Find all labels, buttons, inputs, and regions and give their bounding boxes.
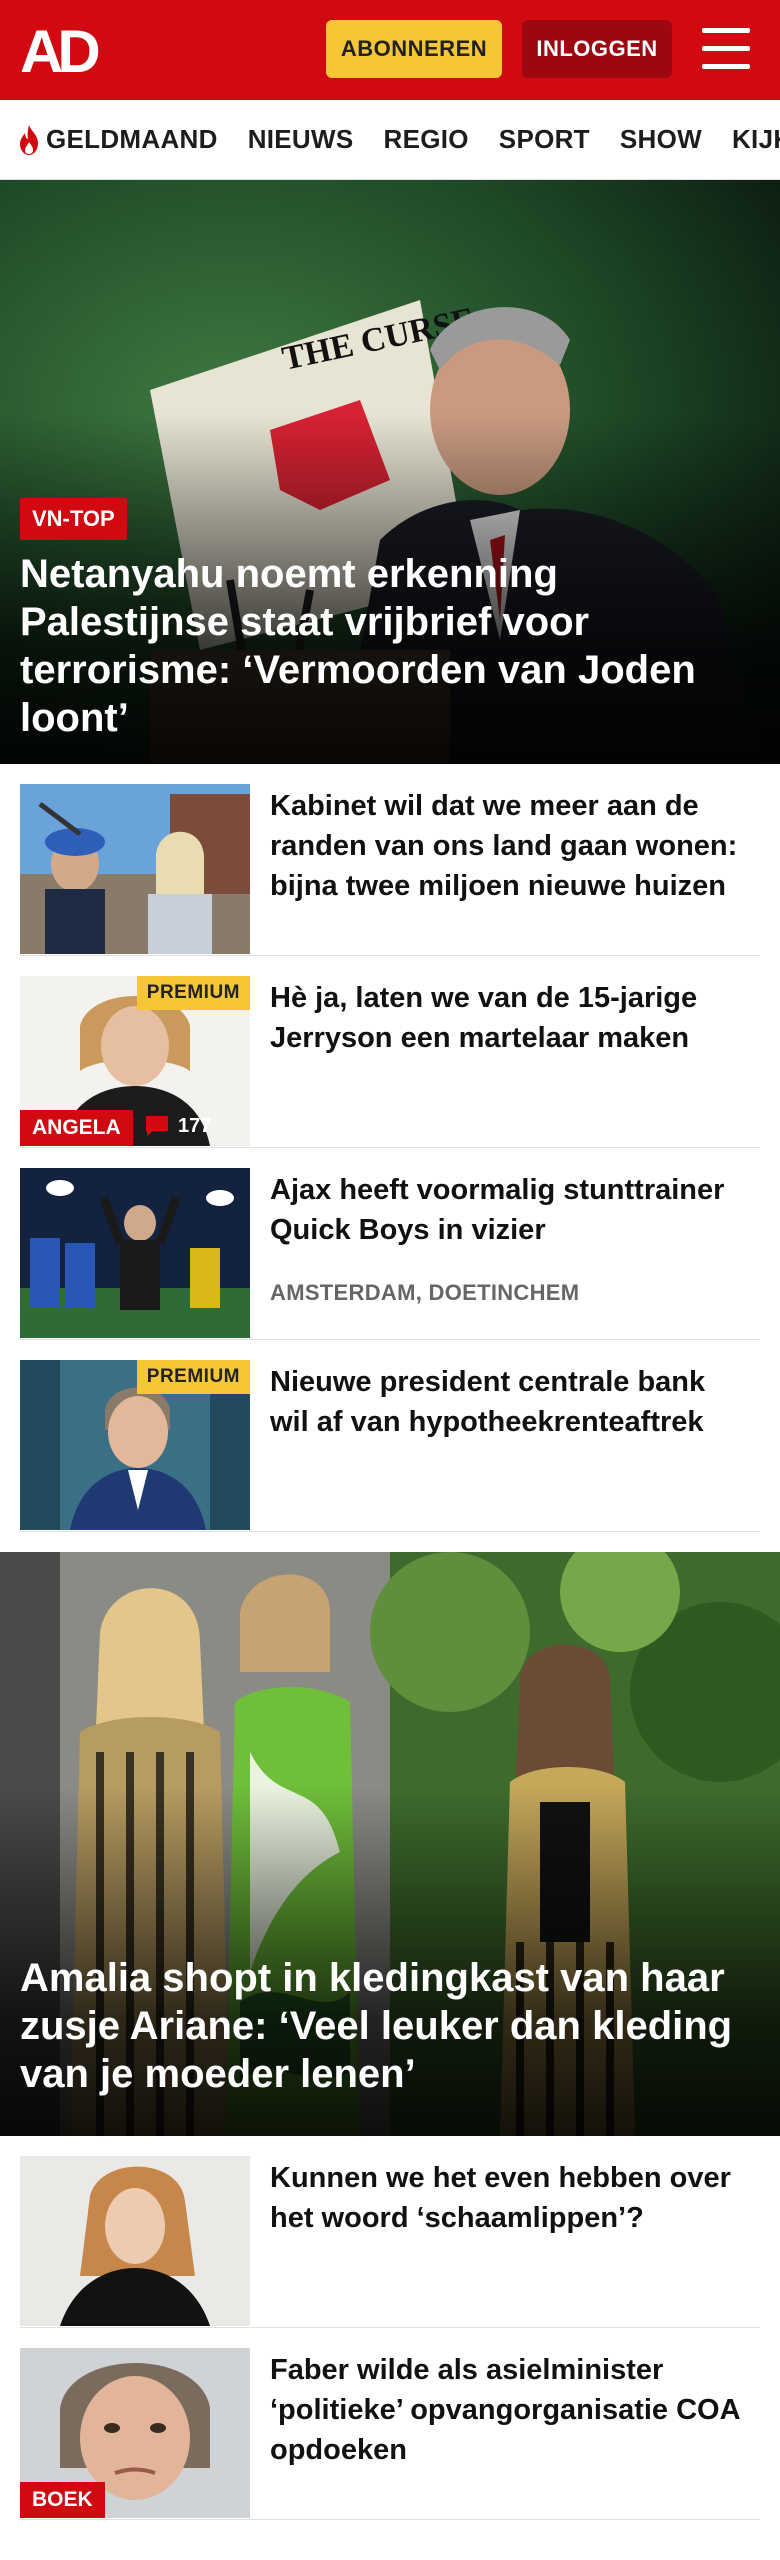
- nav-item-kijk[interactable]: KIJK: [732, 124, 780, 155]
- article-item[interactable]: BOEK Faber wilde als asielminister ‘poli…: [20, 2328, 760, 2520]
- author-tag: ANGELA: [20, 1110, 133, 1146]
- article-thumbnail: [20, 2156, 250, 2326]
- hamburger-menu-icon[interactable]: [700, 24, 752, 74]
- svg-text:AD: AD: [20, 22, 98, 78]
- article-title[interactable]: Ajax heeft voormalig stunttrai­ner Quick…: [270, 1170, 750, 1250]
- section-nav: GELDMAAND NIEUWS REGIO SPORT SHOW KIJK: [0, 100, 780, 180]
- comment-count[interactable]: 177: [144, 1114, 211, 1138]
- thumbnail-overlay: PREMIUM: [20, 1360, 250, 1530]
- article-thumbnail: [20, 784, 250, 954]
- feature-title[interactable]: Amalia shopt in kledingkast van haar zus…: [20, 1954, 750, 2098]
- thumbnail-overlay: PREMIUM ANGELA 177: [20, 976, 250, 1146]
- article-item[interactable]: PREMIUM Nieuwe president centrale bank w…: [20, 1340, 760, 1532]
- category-tag: BOEK: [20, 2482, 105, 2518]
- article-list: Kabinet wil dat we meer aan de randen va…: [0, 764, 780, 1532]
- article-title[interactable]: Hè ja, laten we van de 15-jarige Jerryso…: [270, 978, 750, 1058]
- nav-item-geldmaand[interactable]: GELDMAAND: [16, 124, 218, 156]
- ad-logo[interactable]: AD: [20, 22, 116, 78]
- article-title[interactable]: Faber wilde als asielminister ‘politieke…: [270, 2350, 750, 2470]
- article-location: AMSTERDAM, DOETINCHEM: [270, 1280, 580, 1305]
- premium-badge: PREMIUM: [136, 1360, 250, 1394]
- hero-article[interactable]: THE CURSE VN-TOP Netanyahu noemt erkenni…: [0, 180, 780, 764]
- premium-badge: PREMIUM: [136, 976, 250, 1010]
- article-list-2: Kunnen we het even hebben over het woord…: [0, 2136, 780, 2520]
- feature-article[interactable]: Amalia shopt in kledingkast van haar zus…: [0, 1552, 780, 2136]
- article-item[interactable]: Kabinet wil dat we meer aan de randen va…: [20, 764, 760, 956]
- comment-icon: [146, 1116, 168, 1136]
- nav-item-sport[interactable]: SPORT: [499, 124, 590, 155]
- article-thumbnail: [20, 1168, 250, 1338]
- top-bar: AD ABONNEREN INLOGGEN: [0, 0, 780, 100]
- article-item[interactable]: PREMIUM ANGELA 177 Hè ja, laten we van d…: [20, 956, 760, 1148]
- comment-count-value: 177: [178, 1114, 212, 1137]
- thumbnail-overlay: BOEK: [20, 2348, 250, 2518]
- article-title[interactable]: Nieuwe president centrale bank wil af va…: [270, 1362, 750, 1442]
- article-item[interactable]: Ajax heeft voormalig stunttrai­ner Quick…: [20, 1148, 760, 1340]
- nav-item-nieuws[interactable]: NIEUWS: [248, 124, 354, 155]
- subscribe-button[interactable]: ABONNEREN: [326, 20, 502, 78]
- hero-category-tag: VN-TOP: [20, 498, 127, 540]
- article-item[interactable]: Kunnen we het even hebben over het woord…: [20, 2136, 760, 2328]
- nav-item-regio[interactable]: REGIO: [384, 124, 469, 155]
- login-button[interactable]: INLOGGEN: [522, 20, 672, 78]
- article-title[interactable]: Kabinet wil dat we meer aan de randen va…: [270, 786, 750, 906]
- nav-label: GELDMAAND: [46, 124, 218, 154]
- article-title[interactable]: Kunnen we het even hebben over het woord…: [270, 2158, 750, 2238]
- hero-title[interactable]: Netanyahu noemt erkenning Palestijnse st…: [20, 550, 750, 742]
- nav-item-show[interactable]: SHOW: [620, 124, 702, 155]
- flame-icon: [20, 124, 38, 155]
